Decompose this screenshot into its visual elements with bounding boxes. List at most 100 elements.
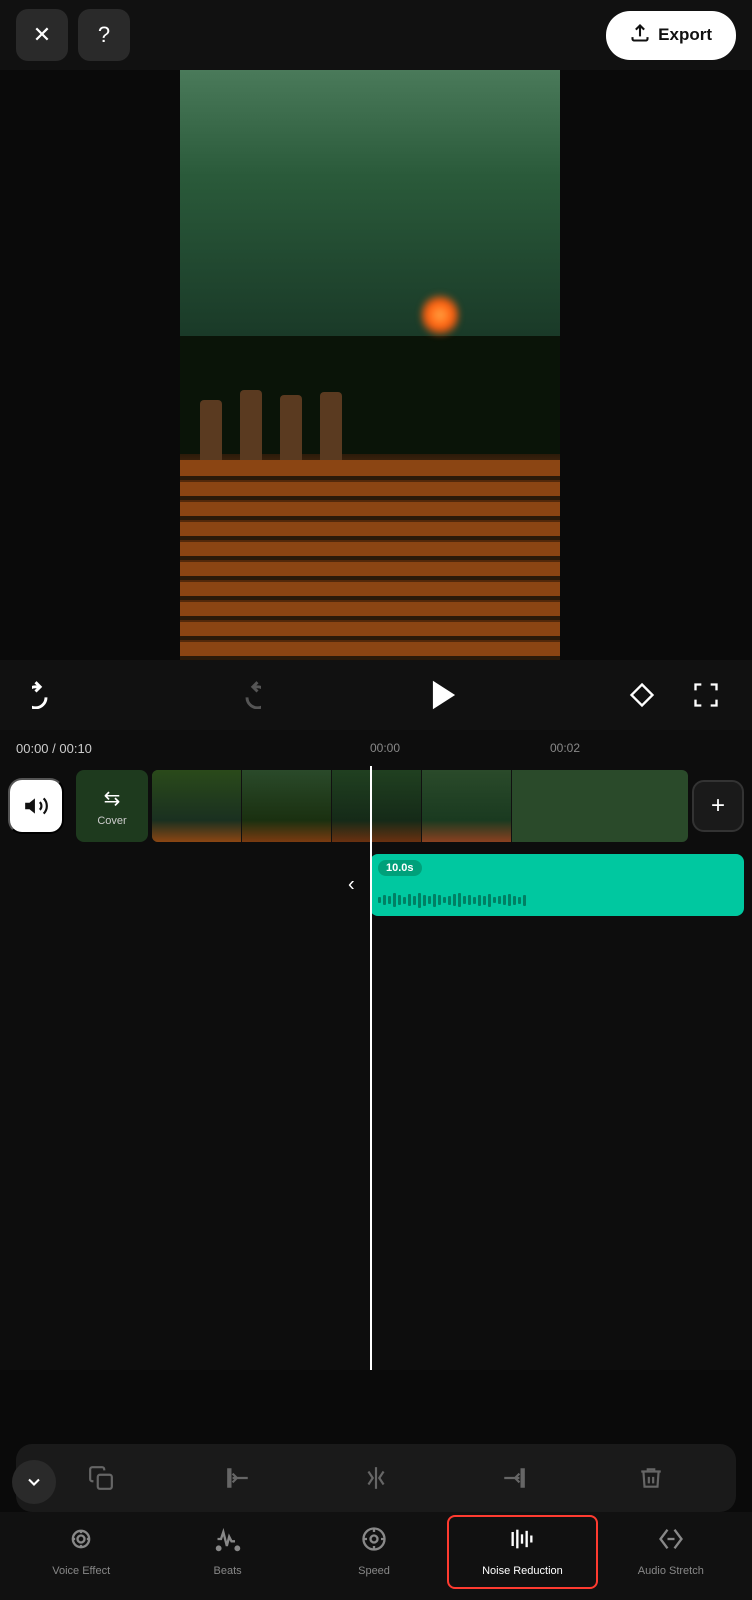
wave-bar [378, 897, 381, 903]
keyframe-button[interactable] [620, 673, 664, 717]
nav-item-noise-reduction[interactable]: Noise Reduction [447, 1515, 597, 1588]
time-marker-0: 00:00 [370, 741, 470, 755]
close-icon: ✕ [33, 22, 51, 48]
redo-button[interactable] [225, 673, 269, 717]
video-track-strip[interactable] [152, 770, 688, 842]
wave-bar [403, 897, 406, 904]
wave-bar [433, 894, 436, 907]
water-bg [180, 336, 560, 454]
audio-duration-badge: 10.0s [378, 860, 422, 876]
top-bar: ✕ ? Export [0, 0, 752, 70]
play-button[interactable] [425, 676, 463, 714]
wave-bar [468, 895, 471, 905]
thumb-2 [242, 770, 332, 842]
speed-label: Speed [358, 1565, 390, 1578]
close-button[interactable]: ✕ [16, 9, 68, 61]
export-button[interactable]: Export [606, 11, 736, 60]
wave-bar [398, 895, 401, 905]
time-markers: 00:00 00:02 [0, 730, 752, 766]
nav-item-audio-stretch[interactable]: Audio Stretch [598, 1517, 744, 1586]
wave-bar [448, 896, 451, 905]
sky-bg [180, 70, 560, 336]
wave-bar [483, 896, 486, 905]
split-button[interactable] [352, 1454, 400, 1502]
ctrl-right [620, 673, 728, 717]
nav-item-voice-effect[interactable]: Voice Effect [8, 1517, 154, 1586]
fullscreen-button[interactable] [684, 673, 728, 717]
beats-label: Beats [214, 1565, 242, 1578]
video-track-row: ⇆ Cover + [0, 766, 752, 846]
audio-track-row: ‹ 10.0s [0, 850, 752, 920]
collapse-button[interactable] [12, 1460, 56, 1504]
wave-bar [413, 896, 416, 905]
wave-bar [408, 894, 411, 906]
duplicate-button[interactable] [77, 1454, 125, 1502]
wave-bar [388, 896, 391, 904]
trim-right-button[interactable] [490, 1454, 538, 1502]
thumb-3 [332, 770, 422, 842]
cover-arrow-icon: ⇆ [104, 786, 121, 811]
wave-bar [493, 897, 496, 903]
thumb-1 [152, 770, 242, 842]
delete-button[interactable] [627, 1454, 675, 1502]
timeline-header: 00:00 / 00:10 00:00 00:02 [0, 730, 752, 766]
wave-bar [418, 893, 421, 908]
audio-expand-button[interactable]: ‹ [348, 874, 355, 897]
thumb-4 [422, 770, 512, 842]
help-button[interactable]: ? [78, 9, 130, 61]
wave-bar [503, 895, 506, 905]
timeline-area: 00:00 / 00:10 00:00 00:02 ⇆ [0, 730, 752, 1370]
lantern-glow [420, 290, 460, 340]
add-icon: + [711, 792, 725, 820]
wave-bar [473, 897, 476, 904]
wave-bar [463, 896, 466, 904]
nav-item-beats[interactable]: Beats [154, 1517, 300, 1586]
top-bar-left: ✕ ? [16, 9, 130, 61]
wave-bar [423, 895, 426, 906]
tracks: ⇆ Cover + ‹ 10.0s [0, 766, 752, 1370]
wave-bar [478, 895, 481, 906]
noise-reduction-label: Noise Reduction [482, 1565, 563, 1578]
audio-track[interactable]: 10.0s [370, 854, 744, 916]
brick-detail [180, 460, 560, 660]
playback-controls [0, 660, 752, 730]
playhead[interactable] [370, 766, 372, 1370]
wave-bar [438, 895, 441, 905]
volume-button[interactable] [8, 778, 64, 834]
wave-bar [488, 894, 491, 907]
nav-item-speed[interactable]: Speed [301, 1517, 447, 1586]
wave-bar [498, 896, 501, 904]
help-icon: ? [98, 22, 110, 48]
audio-stretch-icon [657, 1525, 685, 1560]
trim-left-button[interactable] [214, 1454, 262, 1502]
wave-bar [443, 897, 446, 903]
time-marker-1: 00:02 [550, 741, 650, 755]
audio-waveform [378, 890, 736, 910]
bottom-nav: Voice Effect Beats Speed [0, 1512, 752, 1600]
wave-bar [513, 896, 516, 905]
wave-bar [428, 896, 431, 904]
add-clip-button[interactable]: + [692, 780, 744, 832]
beats-icon [214, 1525, 242, 1560]
track-volume [0, 778, 72, 834]
voice-effect-icon [67, 1525, 95, 1560]
video-preview [180, 70, 560, 660]
cover-thumbnail[interactable]: ⇆ Cover [76, 770, 148, 842]
noise-reduction-icon [508, 1525, 536, 1560]
bottom-toolbar [16, 1444, 736, 1512]
wave-bar [523, 895, 526, 906]
export-icon [630, 23, 650, 48]
undo-button[interactable] [24, 673, 68, 717]
wave-bar [458, 893, 461, 907]
cover-label: Cover [97, 815, 126, 827]
speed-icon [360, 1525, 388, 1560]
wave-bar [508, 894, 511, 906]
audio-stretch-label: Audio Stretch [638, 1565, 704, 1578]
wave-bar [518, 897, 521, 904]
video-background [180, 70, 560, 660]
export-label: Export [658, 25, 712, 45]
voice-effect-label: Voice Effect [52, 1565, 110, 1578]
wave-bar [393, 893, 396, 907]
wave-bar [383, 895, 386, 905]
wave-bar [453, 894, 456, 906]
